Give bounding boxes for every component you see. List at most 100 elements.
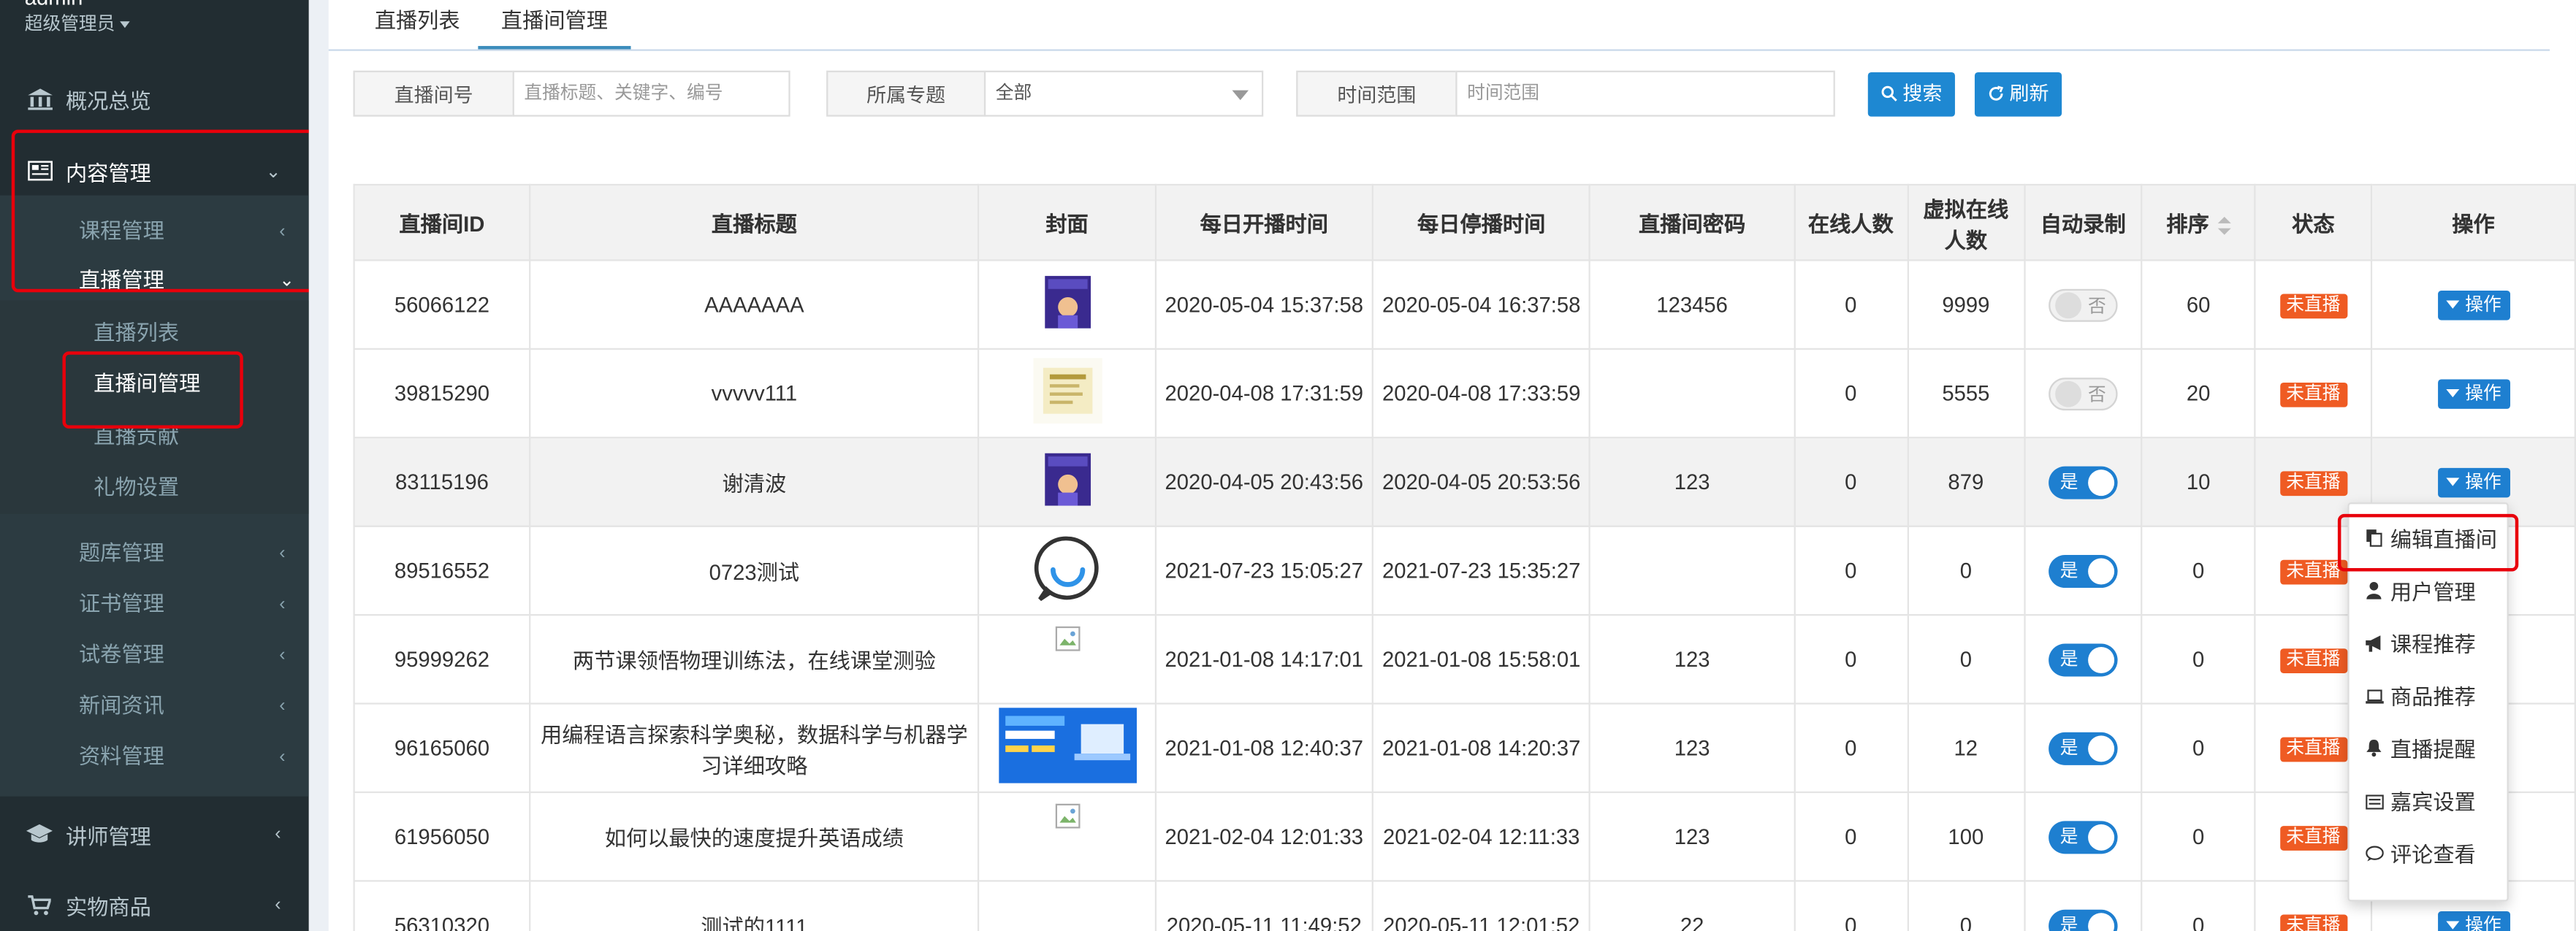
- cell-sort: 0: [2141, 880, 2256, 931]
- toggle-knob: [2088, 645, 2115, 673]
- cell-record: 是: [2023, 525, 2143, 616]
- col-header: 直播间密码: [1589, 183, 1796, 261]
- table-row: 56066122 AAAAAAA 2020-05-04 15:37:58 202…: [353, 259, 2576, 350]
- cell-id: 83115196: [353, 437, 531, 527]
- status-badge: 未直播: [2279, 294, 2347, 319]
- cell-online: 0: [1793, 791, 1908, 882]
- cell-stop: 2020-04-05 20:53:56: [1371, 437, 1591, 527]
- cell-record: 是: [2023, 437, 2143, 527]
- operation-label: 操作: [2465, 472, 2501, 492]
- bell-icon: [2364, 735, 2384, 771]
- auto-record-toggle[interactable]: 是: [2049, 908, 2118, 931]
- refresh-button-label: 刷新: [2009, 82, 2049, 105]
- tab-live-room[interactable]: 直播间管理: [478, 0, 631, 50]
- cell-stop: 2021-07-23 15:35:27: [1371, 525, 1591, 616]
- bullhorn-icon: [2364, 631, 2384, 667]
- auto-record-toggle[interactable]: 是: [2049, 731, 2118, 765]
- highlight-box-edit-room: [2337, 513, 2519, 572]
- toggle-label: 是: [2059, 827, 2078, 847]
- search-icon: [1880, 82, 1902, 104]
- status-badge: 未直播: [2279, 648, 2347, 673]
- operation-button[interactable]: 操作: [2437, 289, 2510, 320]
- sidebar-item-label: 题库管理: [78, 540, 164, 565]
- auto-record-toggle[interactable]: 是: [2049, 643, 2118, 676]
- operation-button[interactable]: 操作: [2437, 378, 2510, 408]
- cell-id: 95999262: [353, 614, 531, 705]
- sidebar-item-label: 试卷管理: [78, 642, 164, 667]
- sidebar-item-gift-settings[interactable]: 礼物设置: [94, 468, 179, 507]
- sidebar-item-news[interactable]: 新闻资讯 ‹: [79, 686, 286, 726]
- cell-stop: 2021-01-08 15:58:01: [1371, 614, 1591, 705]
- table-row: 39815290 vvvvv111 2020-04-08 17:31:59 20…: [353, 348, 2576, 439]
- table-row: 89516552 0723测试 2021-07-23 15:05:27 2021…: [353, 525, 2576, 616]
- cart-icon: [26, 893, 53, 916]
- menu-item-user-management[interactable]: 用户管理: [2364, 575, 2476, 610]
- chevron-left-icon: ‹: [279, 696, 286, 716]
- cell-title: 如何以最快的速度提升英语成绩: [529, 791, 980, 882]
- cell-virtual: 12: [1906, 702, 2026, 794]
- search-button[interactable]: 搜索: [1867, 72, 1955, 117]
- table-row: 83115196 谢清波 2020-04-05 20:43:56 2020-04…: [353, 437, 2576, 527]
- sidebar-item-materials[interactable]: 资料管理 ‹: [78, 737, 286, 777]
- id-card-icon: [2364, 788, 2384, 824]
- menu-item-live-reminder[interactable]: 直播提醒: [2364, 732, 2476, 768]
- cell-op: 操作: [2371, 348, 2576, 439]
- cell-online: 0: [1793, 702, 1908, 794]
- menu-item-product-recommend[interactable]: 商品推荐: [2364, 680, 2476, 716]
- cell-start: 2020-05-04 15:37:58: [1154, 259, 1374, 350]
- cell-title: 两节课领悟物理训练法，在线课堂测验: [529, 614, 980, 705]
- caret-down-icon: [2445, 389, 2459, 398]
- status-badge: 未直播: [2279, 559, 2347, 585]
- cell-online: 0: [1793, 614, 1908, 705]
- sidebar-item-certificate[interactable]: 证书管理 ‹: [79, 585, 286, 624]
- operation-button[interactable]: 操作: [2437, 467, 2510, 497]
- menu-item-label: 直播提醒: [2390, 737, 2476, 762]
- cell-stop: 2021-01-08 14:20:37: [1371, 702, 1591, 794]
- topic-select[interactable]: 全部: [983, 70, 1264, 117]
- auto-record-toggle[interactable]: 否: [2049, 288, 2118, 321]
- caret-down-icon: [2445, 921, 2459, 930]
- menu-item-view-comments[interactable]: 评论查看: [2364, 838, 2476, 873]
- cell-password: [1589, 348, 1796, 439]
- refresh-button[interactable]: 刷新: [1974, 72, 2062, 117]
- time-range-input[interactable]: 时间范围: [1455, 70, 1835, 117]
- status-badge: 未直播: [2279, 471, 2347, 497]
- cell-virtual: 0: [1906, 525, 2026, 616]
- sidebar-item-exam[interactable]: 试卷管理 ‹: [78, 635, 286, 675]
- sidebar-item-label: 资料管理: [78, 743, 164, 769]
- status-badge: 未直播: [2279, 737, 2347, 762]
- auto-record-toggle[interactable]: 否: [2049, 377, 2118, 410]
- cell-title: 测试的1111: [529, 880, 980, 931]
- menu-item-course-recommend[interactable]: 课程推荐: [2364, 627, 2476, 663]
- room-no-input[interactable]: 直播标题、关键字、编号: [512, 70, 790, 117]
- cell-id: 56310320: [353, 880, 531, 931]
- tab-live-list[interactable]: 直播列表: [351, 0, 483, 49]
- chevron-left-icon: ‹: [275, 894, 281, 915]
- cell-cover: [978, 437, 1156, 527]
- cover-image: [1044, 453, 1091, 511]
- sidebar-item-live-list[interactable]: 直播列表: [94, 314, 179, 353]
- cell-id: 61956050: [353, 791, 531, 882]
- operation-button[interactable]: 操作: [2437, 910, 2510, 931]
- auto-record-toggle[interactable]: 是: [2049, 553, 2118, 587]
- cover-image: [1044, 275, 1091, 334]
- cell-password: 123: [1589, 614, 1796, 705]
- sidebar-item-label: 概况总览: [65, 88, 151, 113]
- auto-record-toggle[interactable]: 是: [2049, 465, 2118, 499]
- sidebar-item-overview[interactable]: 概况总览: [0, 74, 309, 123]
- operation-label: 操作: [2465, 383, 2501, 404]
- sidebar-item-products[interactable]: 实物商品 ‹: [0, 880, 309, 929]
- cell-status: 未直播: [2254, 259, 2373, 350]
- user-role-dropdown[interactable]: 超级管理员: [25, 9, 130, 36]
- cell-password: 123456: [1589, 259, 1796, 350]
- cell-op: 操作: [2371, 259, 2576, 350]
- toggle-label: 否: [2088, 296, 2106, 316]
- auto-record-toggle[interactable]: 是: [2049, 820, 2118, 854]
- menu-item-guest-settings[interactable]: 嘉宾设置: [2364, 785, 2476, 821]
- cell-sort: 20: [2141, 348, 2256, 439]
- cell-start: 2020-05-11 11:49:52: [1154, 880, 1374, 931]
- col-header-sort[interactable]: 排序: [2141, 183, 2256, 261]
- sidebar-item-question-bank[interactable]: 题库管理 ‹: [78, 534, 286, 573]
- cell-sort: 10: [2141, 437, 2256, 527]
- sidebar-item-teachers[interactable]: 讲师管理 ‹: [0, 810, 309, 859]
